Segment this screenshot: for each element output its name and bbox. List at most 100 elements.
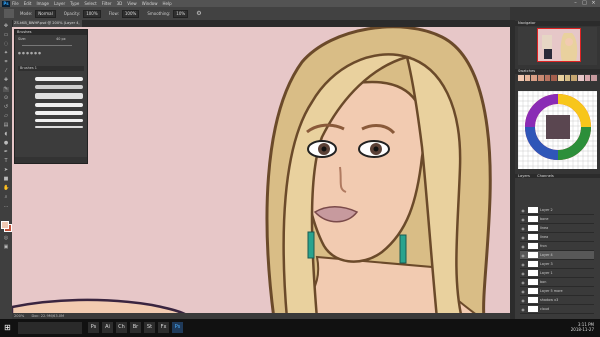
- clone-tool-icon[interactable]: ⊙: [3, 96, 9, 101]
- layer-row[interactable]: ◉ fron: [520, 242, 594, 251]
- layer-row[interactable]: ◉ shadow x3: [520, 296, 594, 305]
- menu-edit[interactable]: Edit: [24, 1, 32, 6]
- taskbar-app-icon[interactable]: Ai: [102, 322, 113, 333]
- brush-tool-icon[interactable]: ✎: [3, 87, 9, 92]
- swatch[interactable]: [557, 75, 564, 81]
- swatch[interactable]: [551, 75, 557, 81]
- eyedropper-tool-icon[interactable]: ⁄: [3, 69, 9, 74]
- taskbar-app-icon[interactable]: St: [144, 322, 155, 333]
- swatch[interactable]: [584, 75, 591, 81]
- system-tray-clock[interactable]: 3:11 PM 2018-11-27: [571, 322, 594, 332]
- flow-field[interactable]: 100%: [121, 9, 140, 18]
- layer-row[interactable]: ◉ linea: [520, 224, 594, 233]
- swatch[interactable]: [591, 75, 597, 81]
- visibility-eye-icon[interactable]: ◉: [520, 262, 526, 267]
- maximize-button[interactable]: □: [580, 0, 589, 7]
- brush-stroke-item[interactable]: [35, 85, 83, 89]
- taskbar-search-input[interactable]: [18, 322, 82, 334]
- layer-row[interactable]: ◉ cloud: [520, 305, 594, 314]
- crop-tool-icon[interactable]: ⌗: [3, 60, 9, 65]
- marquee-tool-icon[interactable]: ▭: [3, 33, 9, 38]
- hand-tool-icon[interactable]: ✋: [3, 186, 9, 191]
- brush-stroke-item[interactable]: [35, 126, 83, 128]
- brush-size-slider[interactable]: [22, 45, 72, 46]
- layer-row[interactable]: ◉ bon: [520, 278, 594, 287]
- pen-tool-icon[interactable]: ✒: [3, 150, 9, 155]
- visibility-eye-icon[interactable]: ◉: [520, 271, 526, 276]
- swatch[interactable]: [571, 75, 577, 81]
- quick-select-tool-icon[interactable]: ✦: [3, 51, 9, 56]
- swatch[interactable]: [531, 75, 537, 81]
- eraser-tool-icon[interactable]: ▱: [3, 114, 9, 119]
- swatch[interactable]: [544, 75, 551, 81]
- lasso-tool-icon[interactable]: ◌: [3, 42, 9, 47]
- visibility-eye-icon[interactable]: ◉: [520, 217, 526, 222]
- taskbar-app-icon[interactable]: Fx: [158, 322, 169, 333]
- gear-icon[interactable]: ⚙: [196, 10, 201, 17]
- shape-tool-icon[interactable]: ■: [3, 177, 9, 182]
- brush-size-value[interactable]: 40 px: [56, 37, 66, 41]
- taskbar-app-icon[interactable]: Ps: [88, 322, 99, 333]
- brush-stroke-item[interactable]: [35, 77, 83, 81]
- taskbar-app-icon[interactable]: Br: [130, 322, 141, 333]
- history-brush-icon[interactable]: ↺: [3, 105, 9, 110]
- color-wheel-panel[interactable]: [518, 91, 597, 169]
- brush-stroke-item[interactable]: [35, 103, 83, 107]
- menu-type[interactable]: Type: [70, 1, 79, 6]
- brush-stroke-item[interactable]: [35, 119, 83, 122]
- menu-help[interactable]: Help: [162, 1, 171, 6]
- type-tool-icon[interactable]: T: [3, 159, 9, 164]
- menu-window[interactable]: Window: [142, 1, 158, 6]
- swatch[interactable]: [577, 75, 584, 81]
- path-select-icon[interactable]: ➤: [3, 168, 9, 173]
- document-tab[interactable]: ZS.kKB_BWHP.psd @ 200% (Layer 4, RGB/8): [12, 20, 82, 32]
- visibility-eye-icon[interactable]: ◉: [520, 307, 526, 312]
- layer-row[interactable]: ◉ Layer 5 more: [520, 287, 594, 296]
- layer-row[interactable]: ◉ Layer 3: [520, 260, 594, 269]
- brush-stroke-item[interactable]: [35, 111, 83, 115]
- visibility-eye-icon[interactable]: ◉: [520, 280, 526, 285]
- layer-row[interactable]: ◉ bone: [520, 215, 594, 224]
- brush-group-header[interactable]: Brushes 1: [18, 66, 84, 71]
- minimize-button[interactable]: –: [571, 0, 580, 7]
- visibility-eye-icon[interactable]: ◉: [520, 208, 526, 213]
- brush-preset-icons[interactable]: ● ● ● ● ● ●: [18, 51, 41, 55]
- brush-stroke-item[interactable]: [35, 93, 83, 99]
- opacity-field[interactable]: 100%: [83, 9, 101, 18]
- layer-row[interactable]: ◉ linea: [520, 233, 594, 242]
- zoom-tool-icon[interactable]: ⌕: [3, 195, 9, 200]
- menu-view[interactable]: View: [127, 1, 137, 6]
- navigator-thumbnail[interactable]: [537, 28, 581, 62]
- dodge-tool-icon[interactable]: ●: [3, 141, 9, 146]
- blur-tool-icon[interactable]: ◖: [3, 132, 9, 137]
- menu-image[interactable]: Image: [36, 1, 49, 6]
- visibility-eye-icon[interactable]: ◉: [520, 289, 526, 294]
- healing-tool-icon[interactable]: ✚: [3, 78, 9, 83]
- menu-filter[interactable]: Filter: [102, 1, 112, 6]
- foreground-color-swatch[interactable]: [1, 221, 9, 229]
- visibility-eye-icon[interactable]: ◉: [520, 244, 526, 249]
- photoshop-logo[interactable]: Ps: [2, 0, 10, 7]
- visibility-eye-icon[interactable]: ◉: [520, 253, 526, 258]
- swatches-panel-title[interactable]: Swatches: [515, 69, 600, 74]
- zoom-level[interactable]: 200%: [14, 314, 24, 318]
- navigator-panel-title[interactable]: Navigator: [515, 21, 600, 26]
- swatch[interactable]: [524, 75, 531, 81]
- visibility-eye-icon[interactable]: ◉: [520, 235, 526, 240]
- menu-layer[interactable]: Layer: [54, 1, 65, 6]
- swatch[interactable]: [518, 75, 524, 81]
- swatch[interactable]: [564, 75, 571, 81]
- gradient-tool-icon[interactable]: ▤: [3, 123, 9, 128]
- layer-row[interactable]: ◉ Layer 2: [520, 206, 594, 215]
- more-tools-icon[interactable]: …: [3, 204, 9, 209]
- close-button[interactable]: ×: [589, 0, 598, 7]
- tool-preset-picker[interactable]: [4, 9, 14, 18]
- taskbar-app-photoshop[interactable]: Ps: [172, 322, 183, 333]
- quick-mask-icon[interactable]: ◎: [3, 236, 9, 241]
- smoothing-field[interactable]: 10%: [173, 9, 189, 18]
- swatch[interactable]: [537, 75, 544, 81]
- menu-select[interactable]: Select: [84, 1, 96, 6]
- layer-row[interactable]: ◉ Layer 1: [520, 269, 594, 278]
- layer-row-selected[interactable]: ◉ Layer 4: [520, 251, 594, 260]
- visibility-eye-icon[interactable]: ◉: [520, 226, 526, 231]
